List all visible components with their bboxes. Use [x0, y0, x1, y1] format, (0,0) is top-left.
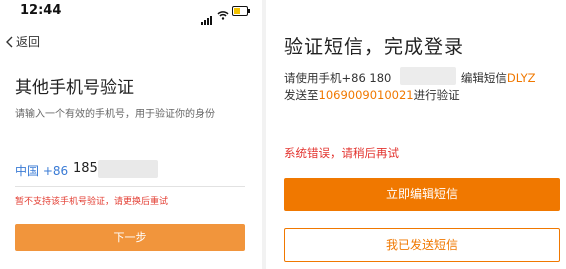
chevron-left-icon	[6, 36, 13, 47]
country-code-selector[interactable]: 中国 +86	[15, 162, 68, 179]
error-message: 系统错误，请稍后再试	[284, 146, 399, 160]
instruction-middle: ，编辑短信	[449, 71, 507, 85]
edit-sms-button[interactable]: 立即编辑短信	[284, 178, 560, 211]
sms-code: DLYZ	[506, 71, 536, 85]
phone-number-input[interactable]: 185	[73, 161, 98, 176]
wifi-icon	[217, 5, 229, 24]
send-suffix: 进行验证	[413, 88, 460, 102]
signal-icon	[201, 6, 213, 25]
send-number: 1069009010021	[318, 88, 414, 102]
input-underline	[15, 186, 245, 187]
next-button[interactable]: 下一步	[15, 224, 245, 251]
error-message: 暂不支持该手机号验证，请更换后重试	[15, 197, 169, 207]
send-to-label: 发送至	[284, 88, 319, 102]
sms-sent-button[interactable]: 我已发送短信	[284, 228, 560, 262]
other-phone-verify-screen: 12:44 返回 其他手机号验证 请输入一个有效的手机号，用于验证你的身份 中国…	[0, 0, 262, 269]
sms-verify-screen: 验证短信，完成登录 请使用手机+86 180 ，编辑短信DLYZ 发送至10690…	[266, 0, 566, 269]
page-title: 其他手机号验证	[15, 78, 134, 98]
back-button[interactable]: 返回	[6, 33, 40, 50]
page-subtitle: 请输入一个有效的手机号，用于验证你的身份	[15, 109, 215, 120]
battery-icon	[232, 6, 250, 16]
phone-input-row[interactable]: 中国 +86 185	[15, 160, 245, 182]
instruction-prefix: 请使用手机+86 180	[284, 71, 392, 85]
page-title: 验证短信，完成登录	[284, 36, 465, 58]
instruction-line-2: 发送至1069009010021进行验证	[284, 87, 460, 103]
status-bar: 12:44	[0, 0, 262, 25]
redaction-mask	[400, 67, 456, 85]
back-label: 返回	[16, 35, 41, 49]
redaction-mask	[98, 160, 158, 178]
status-time: 12:44	[20, 3, 62, 18]
